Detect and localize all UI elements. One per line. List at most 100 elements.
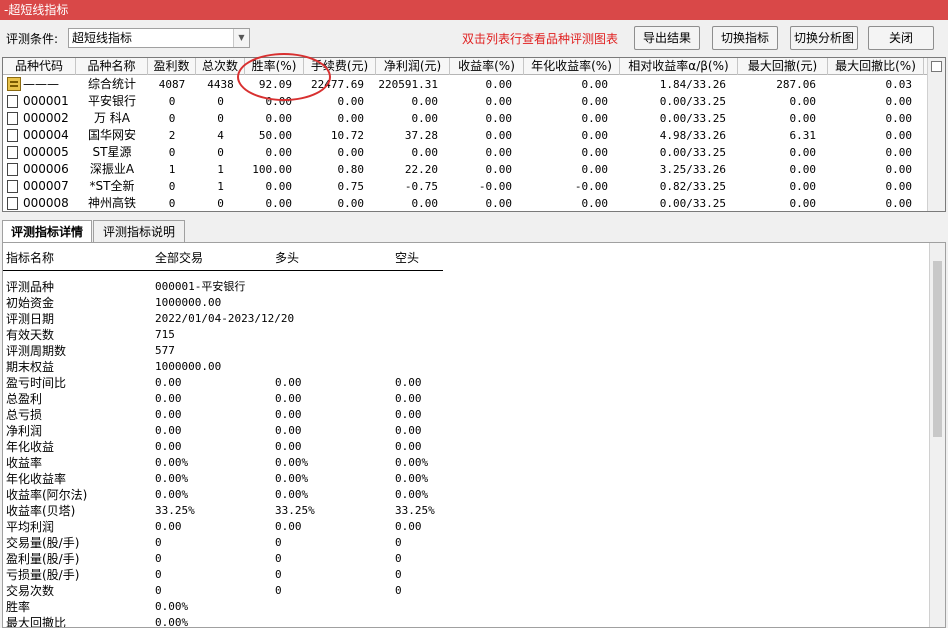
tab-indicator-details[interactable]: 评测指标详情	[2, 220, 92, 243]
detail-value: 0.00%	[275, 472, 309, 485]
table-row[interactable]: ——— 综合统计 4087 4438 92.09 22477.69 220591.31 0.0…	[3, 76, 927, 93]
chevron-down-icon[interactable]: ▼	[233, 29, 249, 47]
table-row[interactable]: 000002 万 科A 0 0 0.00 0.00 0.00 0.00 0.00 0.00/33.…	[3, 110, 927, 127]
table-row[interactable]: 000006 深振业A 1 1 100.00 0.80 22.20 0.00 0.00 3.25/…	[3, 161, 927, 178]
table-cell: 0.00	[265, 180, 293, 193]
tab-indicator-description[interactable]: 评测指标说明	[93, 220, 185, 242]
detail-label: 亏损量(股/手)	[6, 568, 80, 582]
column-header[interactable]: 品种代码	[3, 58, 76, 75]
detail-value: 0	[155, 552, 162, 565]
detail-row: 收益率(阿尔法) 0.00% 0.00% 0.00%	[3, 487, 923, 503]
detail-value: 0	[275, 584, 282, 597]
summary-icon	[7, 77, 21, 91]
detail-label: 平均利润	[6, 520, 55, 534]
table-cell: 0.00/33.25	[659, 95, 726, 108]
table-cell: 0.00	[485, 129, 513, 142]
table-cell: 0.00	[411, 146, 439, 159]
detail-row: 盈亏时间比 0.00 0.00 0.00	[3, 375, 923, 391]
table-cell: 0.00	[789, 180, 817, 193]
column-header[interactable]: 胜率(%)	[245, 58, 304, 75]
detail-value: 0.00%	[155, 600, 189, 613]
switch-indicator-button[interactable]: 切换指标	[712, 26, 778, 50]
table-cell: 000006	[23, 162, 69, 176]
detail-value: 0.00	[155, 440, 182, 453]
table-row[interactable]: 000004 国华网安 2 4 50.00 10.72 37.28 0.00 0.00 4.98/…	[3, 127, 927, 144]
table-cell: 4	[217, 129, 224, 142]
detail-label: 期末权益	[6, 360, 55, 374]
table-row[interactable]: 000007 *ST全新 0 1 0.00 0.75 -0.75 -0.00 -0.00 0.82…	[3, 178, 927, 195]
detail-value: 0.00%	[395, 456, 429, 469]
column-header[interactable]: 总次数	[196, 58, 245, 75]
table-cell: ———	[23, 77, 59, 91]
column-header[interactable]: 盈利数	[148, 58, 196, 75]
table-row[interactable]: 000008 神州高铁 0 0 0.00 0.00 0.00 0.00 0.00 0.00/33.…	[3, 195, 927, 211]
detail-value: 0.00	[155, 520, 182, 533]
table-cell: 0.00	[485, 163, 513, 176]
table-cell: 4087	[158, 78, 186, 91]
table-cell: 0.00/33.25	[659, 197, 726, 210]
column-header[interactable]: 手续费(元)	[304, 58, 376, 75]
column-header[interactable]: 最大回撤(元)	[738, 58, 828, 75]
column-header[interactable]: 最大回撤比(%)	[828, 58, 924, 75]
column-header[interactable]: 收益率(%)	[450, 58, 524, 75]
table-cell: -0.75	[404, 180, 438, 193]
detail-value: 0.00	[155, 376, 182, 389]
document-icon	[7, 129, 18, 142]
detail-label: 年化收益	[6, 440, 55, 454]
document-icon	[7, 95, 18, 108]
detail-row: 盈利量(股/手) 0 0 0	[3, 551, 923, 567]
table-cell: 0.00	[265, 95, 293, 108]
table-cell: 0.00/33.25	[659, 112, 726, 125]
detail-value: 0.00%	[155, 472, 189, 485]
table-cell: 22477.69	[311, 78, 364, 91]
detail-header-all: 全部交易	[155, 251, 204, 265]
scrollbar-thumb[interactable]	[933, 261, 942, 437]
detail-row: 评测品种 000001-平安银行	[3, 279, 923, 295]
document-icon	[7, 112, 18, 125]
table-cell: 000004	[23, 128, 69, 142]
detail-header-short: 空头	[395, 251, 420, 265]
table-cell: 000005	[23, 145, 69, 159]
condition-select[interactable]: 超短线指标 ▼	[68, 28, 250, 48]
table-scrollbar[interactable]	[927, 58, 945, 211]
detail-value: 0	[395, 552, 402, 565]
detail-row: 净利润 0.00 0.00 0.00	[3, 423, 923, 439]
table-cell: 3.25/33.26	[659, 163, 726, 176]
checkbox-icon[interactable]	[931, 61, 942, 72]
detail-row: 最大回撤比 0.00%	[3, 615, 923, 627]
table-cell: 0.00	[411, 197, 439, 210]
detail-label: 有效天数	[6, 328, 55, 342]
table-cell: 0.00	[581, 146, 609, 159]
detail-label: 初始资金	[6, 296, 55, 310]
close-button[interactable]: 关闭	[868, 26, 934, 50]
column-header[interactable]: 品种名称	[76, 58, 148, 75]
detail-value: 1000000.00	[155, 296, 222, 309]
detail-label: 评测日期	[6, 312, 55, 326]
column-header[interactable]: 净利润(元)	[376, 58, 450, 75]
table-cell: 6.31	[789, 129, 817, 142]
detail-value: 0.00%	[395, 488, 429, 501]
table-row[interactable]: 000001 平安银行 0 0 0.00 0.00 0.00 0.00 0.00 0.00/33.…	[3, 93, 927, 110]
table-cell: 0	[217, 112, 224, 125]
column-header[interactable]: 年化收益率(%)	[524, 58, 620, 75]
column-header[interactable]: 相对收益率α/β(%)	[620, 58, 738, 75]
detail-label: 胜率	[6, 600, 31, 614]
detail-row: 亏损量(股/手) 0 0 0	[3, 567, 923, 583]
detail-row: 期末权益 1000000.00	[3, 359, 923, 375]
table-cell: 0.00	[885, 129, 913, 142]
table-row[interactable]: 000005 ST星源 0 0 0.00 0.00 0.00 0.00 0.00 0.00/33.…	[3, 144, 927, 161]
detail-value: 0	[395, 536, 402, 549]
switch-chart-button[interactable]: 切换分析图	[790, 26, 858, 50]
detail-value: 0.00	[395, 408, 422, 421]
window-titlebar[interactable]: -超短线指标	[0, 0, 948, 20]
detail-header: 指标名称 全部交易 多头 空头	[3, 243, 443, 271]
detail-scrollbar[interactable]	[929, 243, 945, 627]
detail-value: 0.00	[275, 424, 302, 437]
table-cell: 0.00/33.25	[659, 146, 726, 159]
detail-header-name: 指标名称	[6, 251, 55, 265]
table-cell: 4438	[207, 78, 234, 91]
export-button[interactable]: 导出结果	[634, 26, 700, 50]
table-cell: 0.00	[789, 95, 817, 108]
table-cell: 1.84/33.26	[659, 78, 726, 91]
detail-value: 0.00%	[155, 488, 189, 501]
